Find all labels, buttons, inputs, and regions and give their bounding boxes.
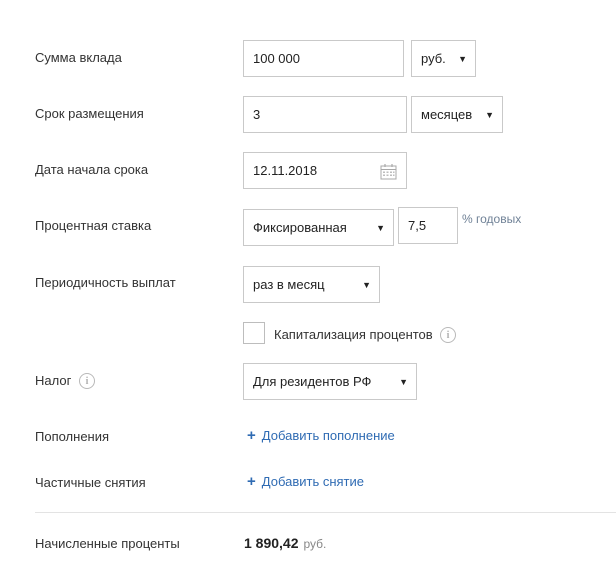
rate-suffix: % годовых — [462, 212, 522, 226]
chevron-down-icon: ▼ — [399, 376, 408, 387]
topups-label: Пополнения — [35, 429, 110, 444]
chevron-down-icon: ▼ — [376, 222, 385, 233]
tax-value: Для резидентов РФ — [253, 374, 372, 389]
add-topup-label: Добавить пополнение — [261, 428, 395, 443]
chevron-down-icon: ▼ — [458, 53, 467, 64]
term-unit-value: месяцев — [421, 107, 473, 122]
plus-icon: + — [247, 473, 256, 490]
amount-label: Сумма вклада — [35, 50, 122, 65]
currency-select[interactable]: руб. ▼ — [411, 40, 476, 77]
info-icon[interactable]: i — [440, 327, 456, 343]
start-date-value: 12.11.2018 — [253, 163, 318, 178]
payout-label: Периодичность выплат — [35, 275, 176, 290]
term-unit-select[interactable]: месяцев ▼ — [411, 96, 503, 133]
plus-icon: + — [247, 427, 256, 444]
rate-type-select[interactable]: Фиксированная ▼ — [243, 209, 394, 246]
start-date-label: Дата начала срока — [35, 162, 149, 177]
result-label: Начисленные проценты — [35, 536, 180, 551]
chevron-down-icon: ▼ — [362, 279, 371, 290]
result-amount: 1 890,42 руб. — [244, 535, 326, 551]
term-label: Срок размещения — [35, 106, 144, 121]
start-date-input[interactable]: 12.11.2018 — [243, 152, 407, 189]
withdrawals-label: Частичные снятия — [35, 475, 146, 490]
rate-type-value: Фиксированная — [253, 220, 347, 235]
divider — [35, 512, 616, 513]
term-input[interactable]: 3 — [243, 96, 407, 133]
payout-value: раз в месяц — [253, 277, 325, 292]
payout-select[interactable]: раз в месяц ▼ — [243, 266, 380, 303]
currency-value: руб. — [421, 51, 446, 66]
calendar-icon[interactable] — [380, 163, 397, 183]
capitalization-label: Капитализация процентов — [274, 327, 433, 342]
result-currency: руб. — [303, 537, 327, 551]
chevron-down-icon: ▼ — [485, 109, 494, 120]
tax-label: Налог — [35, 373, 72, 388]
add-withdrawal-label: Добавить снятие — [261, 474, 364, 489]
info-icon[interactable]: i — [79, 373, 95, 389]
add-topup-link[interactable]: + Добавить пополнение — [247, 427, 395, 444]
result-value: 1 890,42 — [244, 535, 299, 551]
tax-select[interactable]: Для резидентов РФ ▼ — [243, 363, 417, 400]
capitalization-checkbox[interactable] — [243, 322, 265, 344]
rate-label: Процентная ставка — [35, 218, 152, 233]
add-withdrawal-link[interactable]: + Добавить снятие — [247, 473, 364, 490]
rate-input[interactable]: 7,5 — [398, 207, 458, 244]
amount-input[interactable]: 100 000 — [243, 40, 404, 77]
